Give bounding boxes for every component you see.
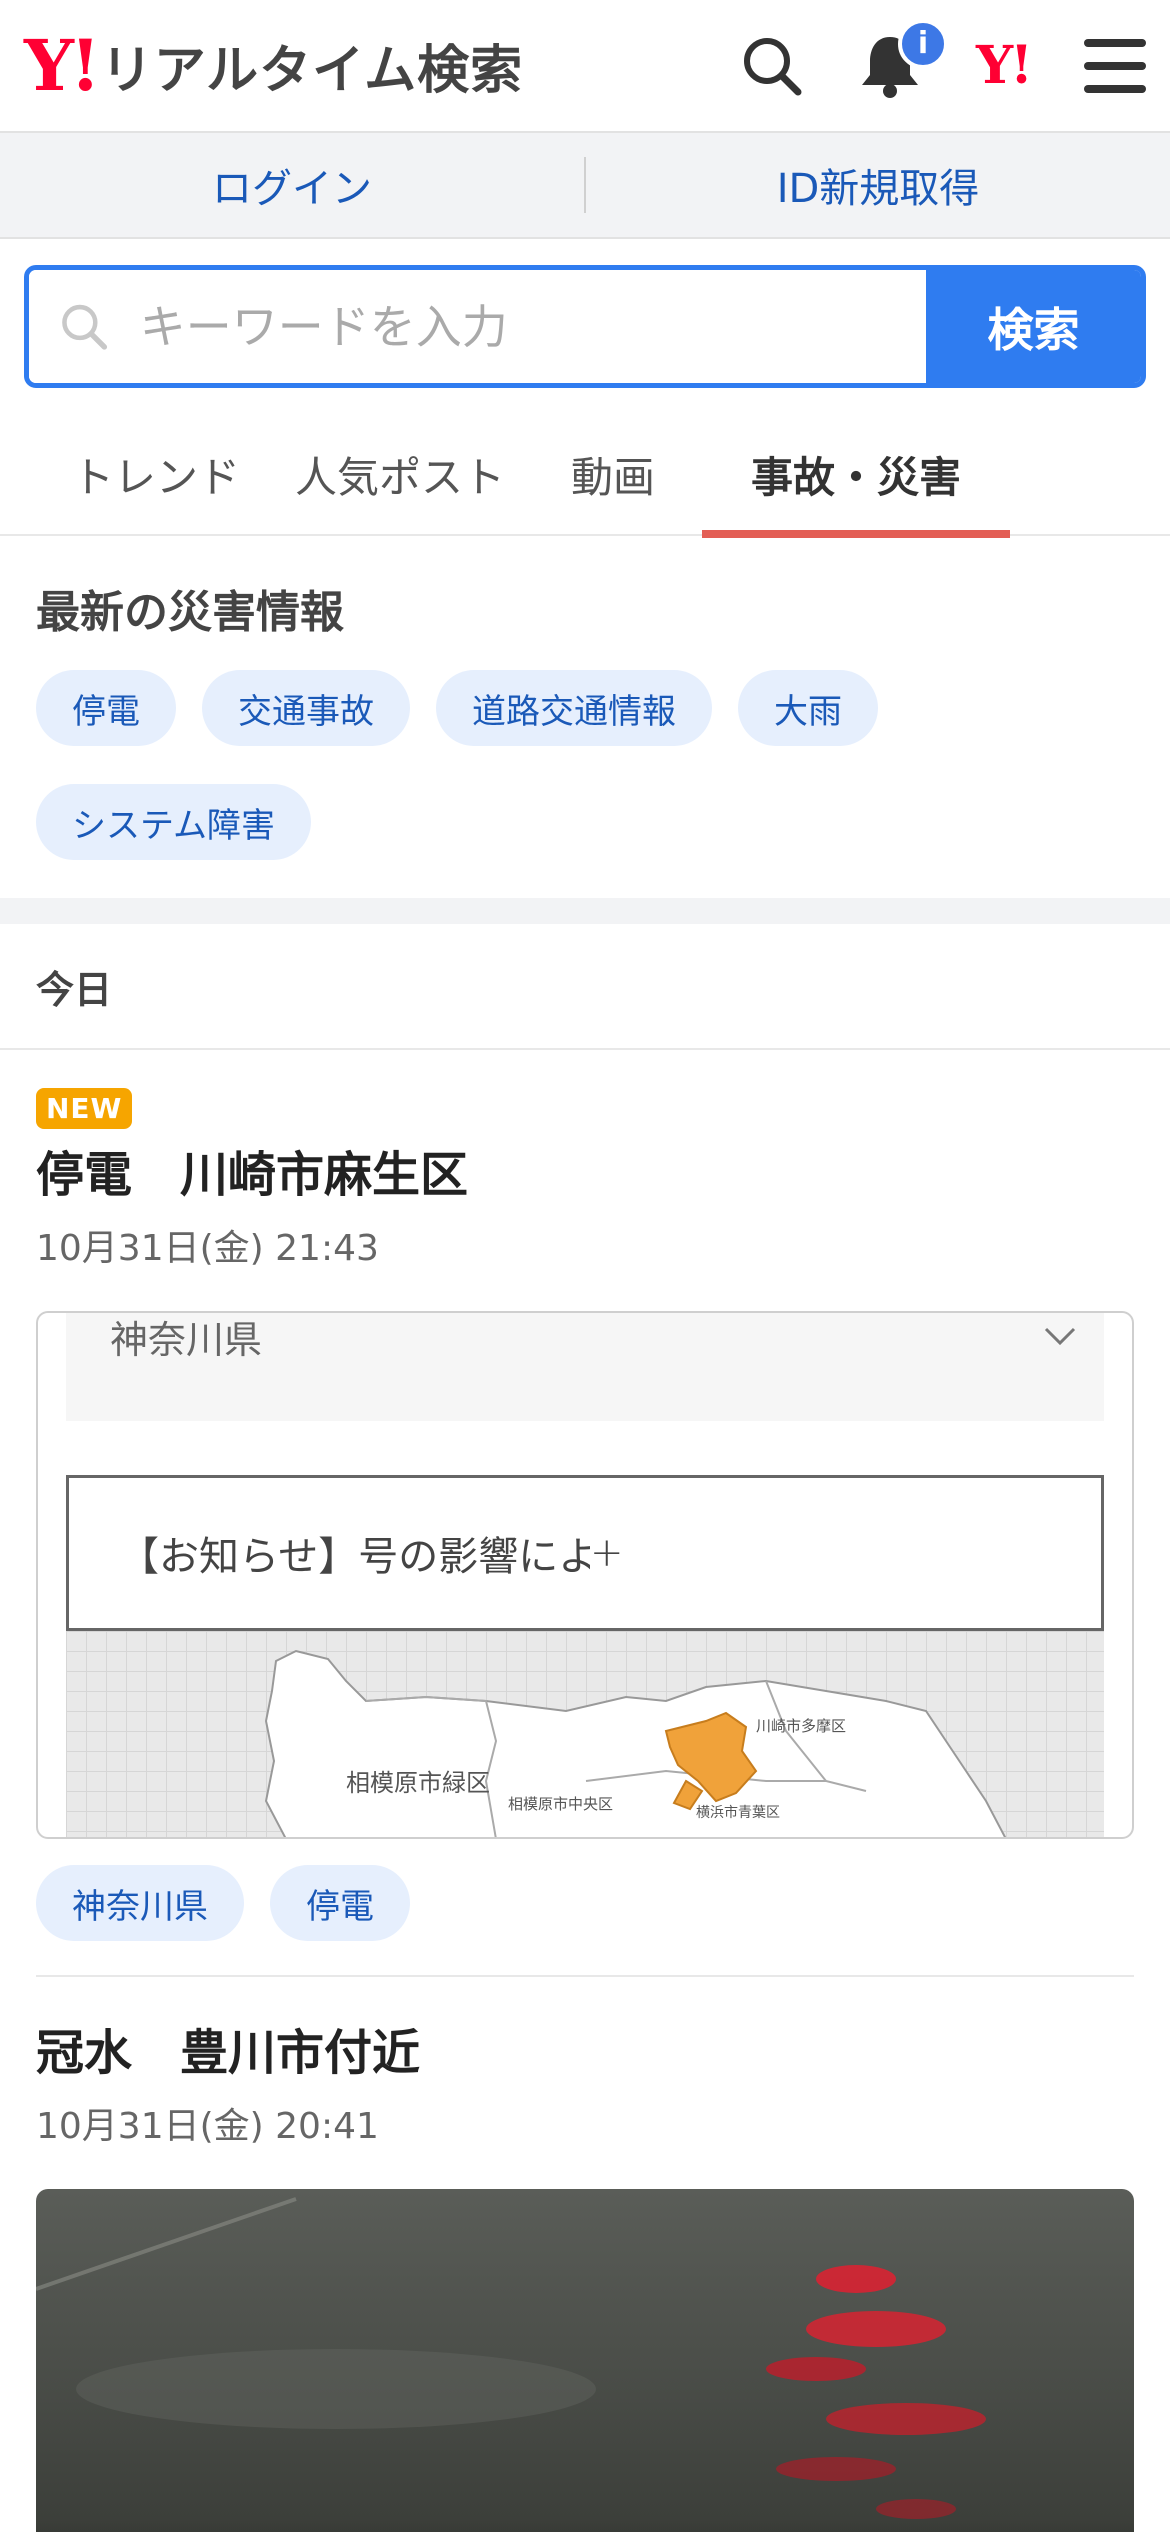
article-date: 10月31日(金) 21:43	[36, 1228, 379, 1269]
site-logo[interactable]: Y! リアルタイム検索	[24, 28, 523, 103]
bell-icon[interactable]: i	[858, 18, 949, 99]
article-title[interactable]: 停電 川崎市麻生区	[36, 1135, 1134, 1205]
yahoo-logo-icon[interactable]: Y!	[976, 35, 1033, 96]
category-tabs: トレンド 人気ポスト 動画 事故・災害	[0, 412, 1170, 538]
notification-badge: i	[898, 18, 949, 69]
site-title: リアルタイム検索	[100, 41, 524, 101]
outage-map: 相模原市緑区 相模原市中央区 川崎市多摩区 横浜市青葉区	[66, 1631, 1104, 1837]
chip-road-traffic[interactable]: 道路交通情報	[436, 670, 712, 746]
new-badge: NEW	[36, 1088, 133, 1129]
disaster-info-section: 最新の災害情報 停電 交通事故 道路交通情報 大雨 システム障害	[0, 536, 1170, 924]
chevron-down-icon	[1044, 1327, 1076, 1346]
map-notice-banner[interactable]: 【お知らせ】号の影響により、八丈島および青 +	[66, 1475, 1104, 1631]
login-bar: ログイン ID新規取得	[0, 133, 1170, 239]
register-link[interactable]: ID新規取得	[586, 156, 1170, 214]
search-icon[interactable]	[740, 34, 804, 98]
article-photo[interactable]	[36, 2189, 1134, 2532]
tab-accident-disaster[interactable]: 事故・災害	[702, 412, 1010, 538]
tag-power-outage[interactable]: 停電	[270, 1865, 410, 1941]
chip-system-failure[interactable]: システム障害	[36, 784, 311, 860]
map-label-kawasaki-tama: 川崎市多摩区	[756, 1717, 846, 1735]
search-input[interactable]	[139, 299, 926, 354]
prefecture-select[interactable]: 神奈川県	[66, 1313, 1104, 1421]
outage-map-embed[interactable]: 神奈川県 【お知らせ】号の影響により、八丈島および青 + 相模原市緑区 相模原市…	[36, 1311, 1134, 1839]
article-card[interactable]: 冠水 豊川市付近 10月31日(金) 20:41	[0, 1977, 1170, 2532]
map-label-sagamihara-midori: 相模原市緑区	[346, 1769, 490, 1797]
search-box: 検索	[24, 265, 1146, 388]
chip-traffic-accident[interactable]: 交通事故	[202, 670, 410, 746]
search-section: 検索	[0, 239, 1170, 388]
login-link[interactable]: ログイン	[0, 156, 584, 214]
map-notice-text: 【お知らせ】号の影響により、八丈島および青	[119, 1534, 590, 1580]
tab-trend[interactable]: トレンド	[36, 412, 276, 536]
chip-heavy-rain[interactable]: 大雨	[738, 670, 878, 746]
map-label-yokohama-aoba: 横浜市青葉区	[696, 1804, 780, 1821]
article-card[interactable]: NEW 停電 川崎市麻生区 10月31日(金) 21:43 神奈川県 【お知らせ…	[0, 1050, 1170, 1977]
yahoo-logo-mark: Y!	[24, 23, 101, 107]
tag-kanagawa[interactable]: 神奈川県	[36, 1865, 244, 1941]
article-tags: 神奈川県 停電	[36, 1865, 1134, 1977]
app-header: Y! リアルタイム検索 i Y!	[0, 0, 1170, 133]
tab-popular-posts[interactable]: 人気ポスト	[276, 412, 524, 536]
search-field-wrapper	[29, 270, 926, 383]
article-date: 10月31日(金) 20:41	[36, 2106, 379, 2147]
chip-power-outage[interactable]: 停電	[36, 670, 176, 746]
article-title[interactable]: 冠水 豊川市付近	[36, 2013, 1134, 2083]
disaster-chips: 停電 交通事故 道路交通情報 大雨 システム障害	[36, 670, 1134, 860]
prefecture-select-value: 神奈川県	[110, 1318, 263, 1362]
search-button[interactable]: 検索	[926, 270, 1141, 383]
disaster-heading: 最新の災害情報	[36, 587, 344, 638]
search-field-icon	[62, 304, 108, 350]
date-group-label: 今日	[0, 924, 1170, 1050]
yahoo-small-logo: Y!	[976, 35, 1033, 96]
expand-plus-icon[interactable]: +	[590, 1530, 1061, 1576]
menu-icon[interactable]	[1084, 38, 1146, 93]
map-label-sagamihara-chuo: 相模原市中央区	[508, 1795, 613, 1813]
header-actions: i Y!	[740, 18, 1146, 99]
tab-video[interactable]: 動画	[524, 412, 702, 536]
